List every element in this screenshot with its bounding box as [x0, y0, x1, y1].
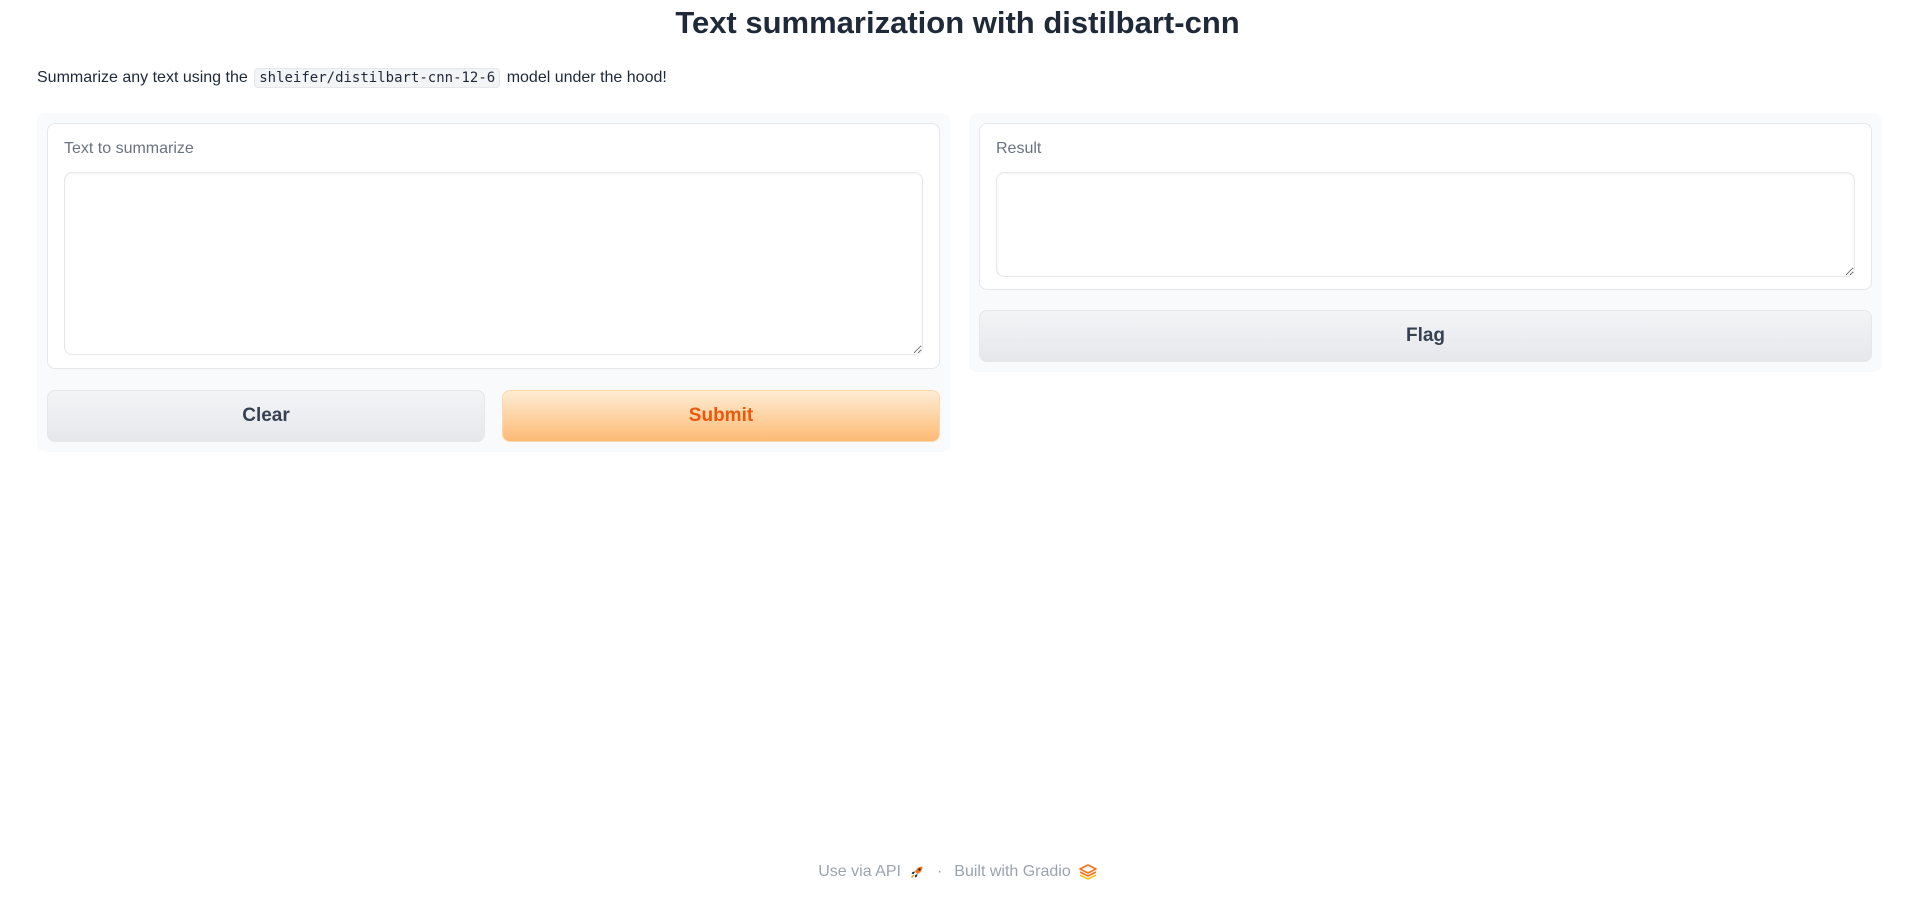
- model-name-code: shleifer/distilbart-cnn-12-6: [254, 68, 501, 88]
- description: Summarize any text using the shleifer/di…: [37, 67, 667, 89]
- rocket-icon: [910, 866, 923, 879]
- page-title: Text summarization with distilbart-cnn: [675, 5, 1240, 40]
- gradio-logo-icon: [1078, 864, 1097, 880]
- text-to-summarize-input[interactable]: [64, 172, 923, 355]
- footer: Use via API · Built with Gradio: [0, 862, 1915, 882]
- result-output[interactable]: [996, 172, 1855, 277]
- use-via-api-label: Use via API: [818, 863, 901, 880]
- submit-button[interactable]: Submit: [502, 390, 940, 442]
- result-label: Result: [996, 140, 1042, 157]
- built-with-gradio-label: Built with Gradio: [954, 863, 1071, 880]
- use-via-api-link[interactable]: Use via API: [818, 862, 925, 882]
- flag-button[interactable]: Flag: [979, 310, 1872, 362]
- footer-separator: ·: [936, 863, 943, 880]
- input-label: Text to summarize: [64, 140, 194, 157]
- built-with-gradio-link[interactable]: Built with Gradio: [954, 862, 1097, 882]
- description-after: model under the hood!: [506, 69, 667, 86]
- output-block: Result: [979, 123, 1872, 290]
- input-block: Text to summarize: [47, 123, 940, 369]
- output-panel: Result Flag: [969, 113, 1882, 372]
- input-panel: Text to summarize Clear Submit: [37, 113, 950, 452]
- clear-button[interactable]: Clear: [47, 390, 485, 442]
- description-before: Summarize any text using the: [37, 69, 248, 86]
